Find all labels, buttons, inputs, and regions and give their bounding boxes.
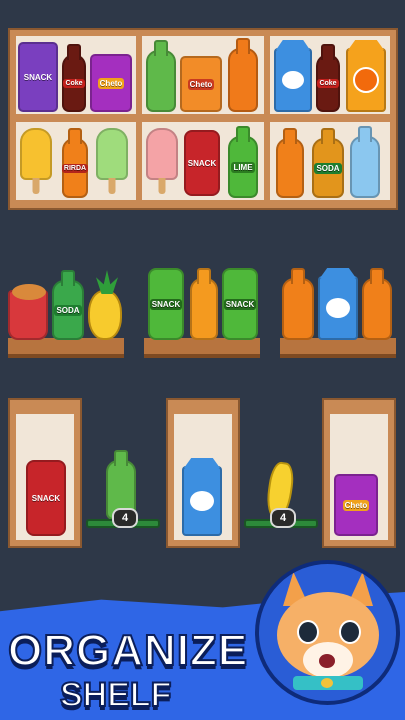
- cheto-bag-purple[interactable]: Cheto: [334, 474, 378, 536]
- soda-bottle[interactable]: SODA: [312, 138, 344, 198]
- mirinda-bottle[interactable]: RIRDA: [61, 138, 89, 198]
- cheto-bag-orange[interactable]: Cheto: [180, 56, 222, 112]
- middle-shelf-right: [280, 338, 396, 358]
- item-count-badge-right: 4: [270, 508, 296, 528]
- snack-label: SNACK: [187, 158, 217, 168]
- snack-can-red[interactable]: SNACK: [184, 130, 220, 196]
- banner-title-line1: ORGANIZE: [7, 625, 249, 676]
- cheto-label: Cheto: [342, 499, 370, 511]
- green-bottle[interactable]: [146, 50, 176, 112]
- milk-carton[interactable]: [182, 466, 222, 536]
- pineapple[interactable]: [88, 270, 122, 340]
- coke-bottle[interactable]: Coke: [62, 54, 86, 112]
- snack-label: SNACK: [223, 298, 257, 310]
- orange-bottle[interactable]: [282, 278, 314, 340]
- snack-can-red[interactable]: SNACK: [26, 460, 66, 536]
- snack-label: SNACK: [23, 72, 53, 82]
- milk-carton[interactable]: [318, 276, 358, 340]
- bear-icon: [282, 71, 304, 89]
- mirinda-label: RIRDA: [61, 163, 89, 173]
- cheto-bag-purple[interactable]: Cheto: [90, 54, 132, 112]
- orange-juice-bottle[interactable]: [228, 48, 258, 112]
- fried-chicken-bucket[interactable]: [8, 284, 48, 340]
- orange-juice-bottle[interactable]: [190, 278, 218, 340]
- banner-title-line2: SHELF: [59, 675, 172, 715]
- bear-icon: [326, 298, 350, 318]
- coke-bottle[interactable]: Coke: [316, 54, 340, 112]
- snack-can-green[interactable]: SNACK: [222, 268, 258, 340]
- cheto-label: Cheto: [187, 78, 215, 90]
- water-bottle[interactable]: [350, 136, 380, 198]
- orange-bottle[interactable]: [276, 138, 304, 198]
- chicken-icon: [12, 284, 46, 300]
- orange-bottle[interactable]: [362, 278, 392, 340]
- snack-bag-purple[interactable]: SNACK: [18, 42, 58, 112]
- cat-mascot-icon: [273, 572, 383, 701]
- item-count-badge-left: 4: [112, 508, 138, 528]
- popsicle-green[interactable]: [96, 128, 128, 180]
- orange-slice-icon: [353, 67, 379, 93]
- orange-juice-carton[interactable]: [346, 48, 386, 112]
- middle-shelf-left: [8, 338, 124, 358]
- coke-label: Coke: [63, 78, 85, 88]
- soda-bottle[interactable]: SODA: [52, 280, 84, 340]
- lime-label: LIME: [231, 161, 255, 173]
- soda-label: SODA: [54, 304, 82, 316]
- pineapple-leaves-icon: [96, 270, 118, 294]
- coke-label: Coke: [317, 78, 339, 88]
- snack-can-green[interactable]: SNACK: [148, 268, 184, 340]
- milk-carton[interactable]: [274, 48, 312, 112]
- lime-bottle[interactable]: LIME: [228, 136, 258, 198]
- snack-label: SNACK: [149, 298, 183, 310]
- popsicle-yellow[interactable]: [20, 128, 52, 180]
- cat-mascot-badge: [255, 560, 400, 705]
- popsicle-pink[interactable]: [146, 128, 178, 180]
- middle-shelf-center: [144, 338, 260, 358]
- cheto-label: Cheto: [97, 77, 125, 89]
- bear-icon: [190, 491, 214, 511]
- soda-label: SODA: [314, 162, 342, 174]
- snack-label: SNACK: [31, 493, 61, 503]
